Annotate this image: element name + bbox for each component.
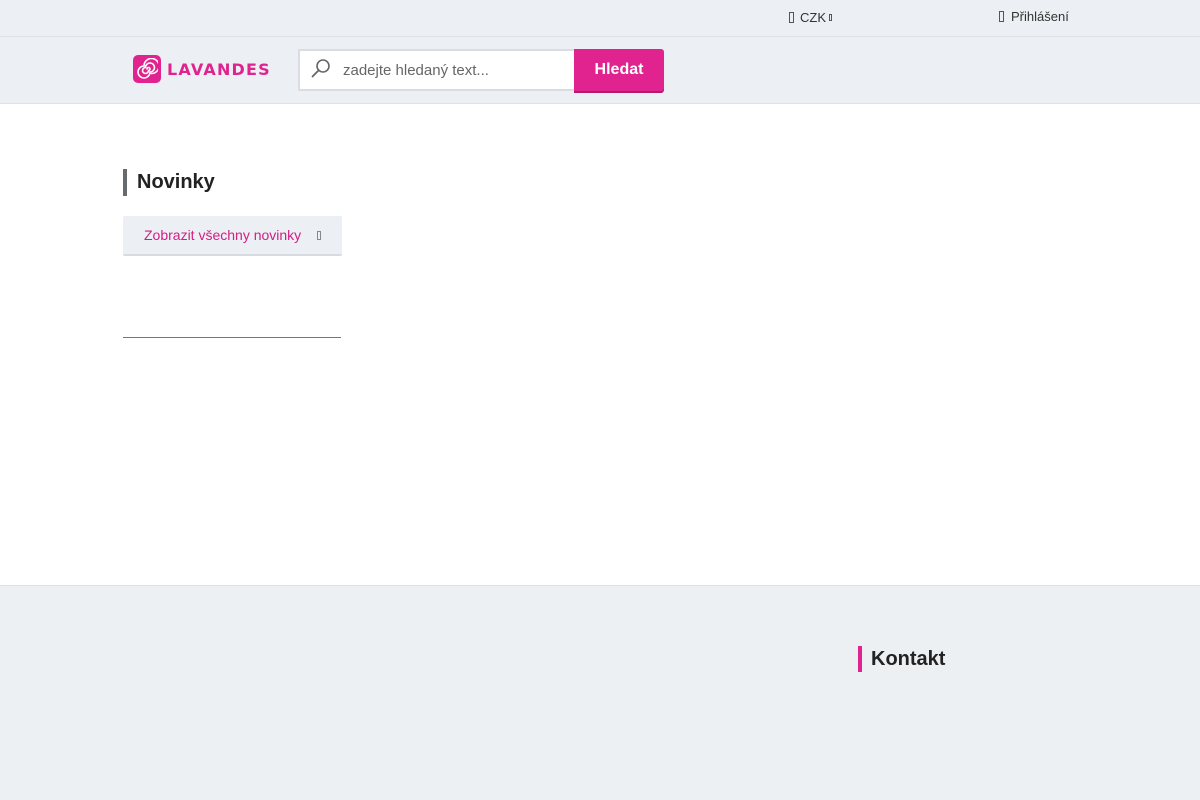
- chevron-right-icon: [317, 230, 322, 240]
- divider: [123, 337, 341, 338]
- page-title: Novinky: [123, 169, 215, 196]
- login-link[interactable]: Přihlášení: [999, 9, 1069, 24]
- contact-title: Kontakt: [858, 646, 945, 672]
- search-button[interactable]: Hledat: [574, 49, 664, 91]
- search-field[interactable]: [298, 49, 574, 91]
- search-input[interactable]: [341, 60, 561, 80]
- footer: Kontakt: [0, 585, 1200, 800]
- search-bar: Hledat: [298, 49, 664, 91]
- login-label: Přihlášení: [1011, 9, 1069, 24]
- currency-selector[interactable]: CZK: [789, 10, 832, 25]
- logo[interactable]: LAVANDES: [133, 55, 271, 83]
- spiral-logo-icon: [133, 55, 161, 83]
- logo-text: LAVANDES: [167, 59, 271, 79]
- search-icon: [310, 57, 332, 84]
- show-all-news-label: Zobrazit všechny novinky: [144, 227, 302, 243]
- top-bar: CZK Přihlášení: [0, 0, 1200, 37]
- wallet-icon: [789, 12, 794, 23]
- currency-label: CZK: [800, 10, 826, 25]
- user-icon: [999, 11, 1004, 22]
- chevron-down-icon: [829, 14, 832, 21]
- header: LAVANDES Hledat: [0, 37, 1200, 104]
- show-all-news-button[interactable]: Zobrazit všechny novinky: [123, 216, 342, 256]
